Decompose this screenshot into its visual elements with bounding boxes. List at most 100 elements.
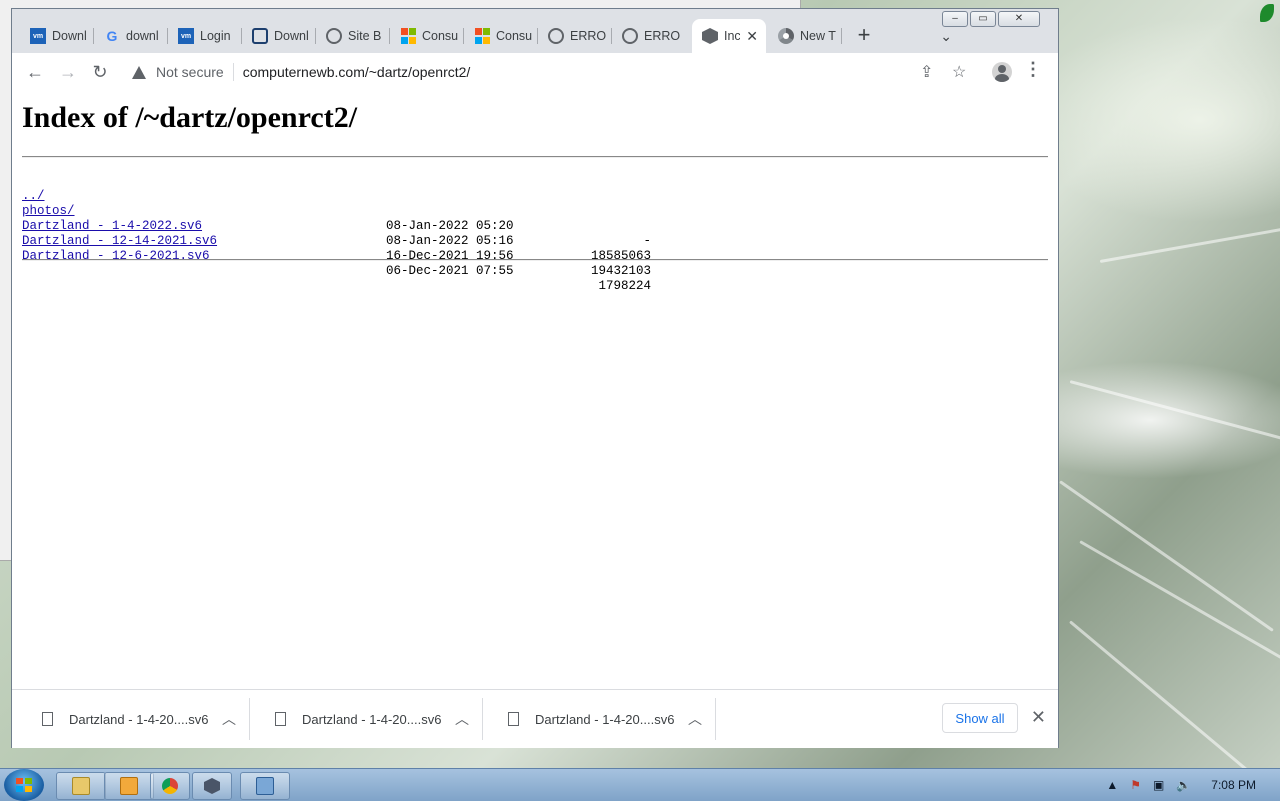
- address-bar[interactable]: Not secure computernewb.com/~dartz/openr…: [122, 57, 982, 87]
- file-size: -: [643, 234, 651, 248]
- file-explorer-taskbar-button[interactable]: [56, 772, 106, 800]
- list-item: Dartzland - 12-14-2021.sv6 16-Dec-2021 1…: [22, 219, 651, 278]
- download-item[interactable]: Dartzland - 1-4-20....sv6 ︿: [251, 690, 483, 748]
- tab-label: New T: [800, 29, 836, 43]
- tab-label: Downl: [52, 29, 87, 43]
- close-icon[interactable]: ✕: [1031, 707, 1046, 728]
- vmware-icon: vm: [30, 28, 46, 44]
- tab[interactable]: vm Downl: [20, 19, 94, 53]
- system-tray: ▲ ⚑ ▣ 🔈 7:08 PM: [1100, 769, 1280, 801]
- share-icon[interactable]: ⇪: [920, 62, 933, 82]
- download-filename: Dartzland - 1-4-20....sv6: [535, 711, 675, 727]
- forward-button[interactable]: →: [55, 59, 81, 85]
- microsoft-icon: [474, 28, 490, 44]
- tab-label: Downl: [274, 29, 309, 43]
- bookmark-star-icon[interactable]: ☆: [952, 62, 966, 82]
- media-player-icon: [120, 777, 138, 795]
- show-hidden-icons-chevron-icon[interactable]: ▲: [1106, 778, 1118, 792]
- file-size: 1798224: [598, 279, 651, 293]
- list-item: ../: [22, 174, 82, 203]
- tab-label: Consu: [422, 29, 458, 43]
- network-icon[interactable]: ▣: [1153, 778, 1164, 792]
- file-date: 06-Dec-2021 07:55: [386, 264, 514, 278]
- vmware-icon: vm: [178, 28, 194, 44]
- tab[interactable]: New T: [768, 19, 842, 53]
- chevron-up-icon[interactable]: ︿: [455, 709, 469, 729]
- tab[interactable]: G downl: [94, 19, 168, 53]
- chrome-icon: [162, 778, 178, 794]
- download-filename: Dartzland - 1-4-20....sv6: [302, 711, 442, 727]
- tab-label: Site B: [348, 29, 382, 43]
- clock[interactable]: 7:08 PM: [1211, 778, 1256, 792]
- volume-icon[interactable]: 🔈: [1176, 778, 1191, 792]
- chrome-taskbar-button[interactable]: [150, 772, 190, 800]
- tab[interactable]: Consu: [390, 19, 464, 53]
- page-title: Index of /~dartz/openrct2/: [22, 101, 358, 134]
- tab[interactable]: ERROF: [612, 19, 686, 53]
- dotnet-icon: [702, 28, 718, 44]
- page-content: Index of /~dartz/openrct2/ ../ photos/ 0…: [12, 91, 1058, 689]
- media-player-taskbar-button[interactable]: [104, 772, 154, 800]
- close-tab-icon[interactable]: ✕: [746, 28, 758, 45]
- windows-logo-icon: [16, 778, 32, 792]
- tab-active[interactable]: Inc ✕: [692, 19, 766, 53]
- url-text[interactable]: computernewb.com/~dartz/openrct2/: [243, 64, 471, 80]
- file-date: 08-Jan-2022 05:20: [386, 219, 514, 233]
- list-item: Dartzland - 12-6-2021.sv6 06-Dec-2021 07…: [22, 234, 651, 293]
- show-all-button[interactable]: Show all: [942, 703, 1018, 733]
- tab[interactable]: Consu: [464, 19, 538, 53]
- app-taskbar-button[interactable]: [192, 772, 232, 800]
- file-date: 16-Dec-2021 19:56: [386, 249, 514, 263]
- menu-kebab-icon[interactable]: ⋮: [1024, 59, 1042, 80]
- browser-window: – ▭ ✕ vm Downl G downl vm Login Downl Si…: [11, 8, 1059, 748]
- new-tab-button[interactable]: +: [850, 19, 878, 53]
- action-center-icon[interactable]: ⚑: [1130, 778, 1141, 792]
- security-label[interactable]: Not secure: [156, 64, 224, 80]
- tab-label: Inc: [724, 29, 741, 43]
- start-button[interactable]: [4, 769, 44, 801]
- tab-strip: vm Downl G downl vm Login Downl Site B C…: [12, 19, 1058, 53]
- download-item[interactable]: Dartzland - 1-4-20....sv6 ︿: [484, 690, 716, 748]
- globe-icon: [548, 28, 564, 44]
- tab-search-chevron-icon[interactable]: ⌄: [940, 19, 952, 53]
- tab-label: Consu: [496, 29, 532, 43]
- warning-icon: [132, 65, 146, 79]
- file-link[interactable]: Dartzland - 12-6-2021.sv6: [22, 249, 210, 264]
- file-size: 18585063: [590, 249, 651, 263]
- tab[interactable]: Downl: [242, 19, 316, 53]
- tab-label: ERROF: [644, 29, 680, 43]
- microsoft-icon: [400, 28, 416, 44]
- tab-label: ERROF: [570, 29, 606, 43]
- back-button[interactable]: ←: [22, 59, 48, 85]
- tab-label: Login: [200, 29, 231, 43]
- globe-icon: [326, 28, 342, 44]
- monitor-icon: [256, 777, 274, 795]
- taskbar: ▲ ⚑ ▣ 🔈 7:08 PM: [0, 768, 1280, 801]
- file-icon: [275, 712, 286, 726]
- download-item[interactable]: Dartzland - 1-4-20....sv6 ︿: [18, 690, 250, 748]
- globe-icon: [622, 28, 638, 44]
- profile-avatar-icon[interactable]: [992, 62, 1012, 82]
- tab[interactable]: Site B: [316, 19, 390, 53]
- list-item: photos/ 08-Jan-2022 05:20 -: [22, 189, 651, 248]
- file-listing: ../ photos/ 08-Jan-2022 05:20 - Dartzlan…: [22, 174, 651, 293]
- remote-desktop-taskbar-button[interactable]: [240, 772, 290, 800]
- download-shelf: Dartzland - 1-4-20....sv6 ︿ Dartzland - …: [12, 689, 1058, 748]
- divider: [22, 259, 1048, 261]
- tab[interactable]: vm Login: [168, 19, 242, 53]
- file-date: 08-Jan-2022 05:16: [386, 234, 514, 248]
- reload-button[interactable]: ↻: [87, 59, 113, 85]
- file-icon: [508, 712, 519, 726]
- chrome-icon: [778, 28, 794, 44]
- chevron-up-icon[interactable]: ︿: [688, 709, 702, 729]
- tab-label: downl: [126, 29, 159, 43]
- folder-icon: [72, 777, 90, 795]
- download-site-icon: [252, 28, 268, 44]
- chevron-up-icon[interactable]: ︿: [222, 709, 236, 729]
- download-filename: Dartzland - 1-4-20....sv6: [69, 711, 209, 727]
- tab[interactable]: ERROF: [538, 19, 612, 53]
- google-icon: G: [106, 28, 118, 44]
- file-size: 19432103: [590, 264, 651, 278]
- file-icon: [42, 712, 53, 726]
- toolbar: ← → ↻ Not secure computernewb.com/~dartz…: [12, 53, 1058, 92]
